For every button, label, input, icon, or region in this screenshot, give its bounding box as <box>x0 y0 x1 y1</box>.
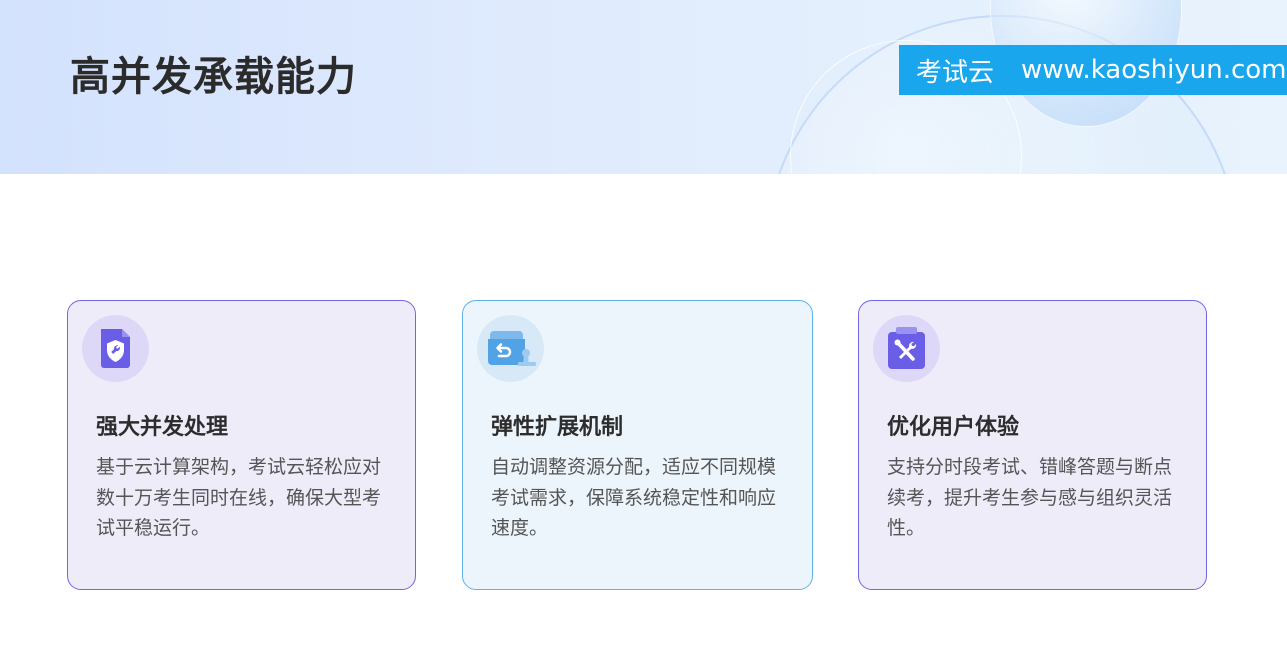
card-description: 自动调整资源分配，适应不同规模考试需求，保障系统稳定性和响应速度。 <box>491 456 777 539</box>
storage-box-icon <box>477 315 544 382</box>
header-banner: 高并发承载能力 考试云 www.kaoshiyun.com <box>0 0 1287 174</box>
feature-card-concurrency: 强大并发处理 基于云计算架构，考试云轻松应对数十万考生同时在线，确保大型考试平稳… <box>67 300 416 590</box>
card-description: 基于云计算架构，考试云轻松应对数十万考生同时在线，确保大型考试平稳运行。 <box>96 456 382 539</box>
card-title: 强大并发处理 <box>96 415 229 440</box>
shield-document-icon <box>82 315 149 382</box>
brand-name: 考试云 <box>916 57 995 88</box>
brand-url-link[interactable]: www.kaoshiyun.com <box>1021 55 1287 85</box>
clipboard-tools-icon <box>873 315 940 382</box>
page-title: 高并发承载能力 <box>70 54 357 100</box>
feature-card-user-experience: 优化用户体验 支持分时段考试、错峰答题与断点续考，提升考生参与感与组织灵活性。 <box>858 300 1207 590</box>
feature-card-elasticity: 弹性扩展机制 自动调整资源分配，适应不同规模考试需求，保障系统稳定性和响应速度。 <box>462 300 813 590</box>
card-title: 优化用户体验 <box>887 415 1020 440</box>
brand-bar[interactable]: 考试云 www.kaoshiyun.com <box>899 45 1287 95</box>
card-description: 支持分时段考试、错峰答题与断点续考，提升考生参与感与组织灵活性。 <box>887 456 1173 539</box>
card-title: 弹性扩展机制 <box>491 415 624 440</box>
